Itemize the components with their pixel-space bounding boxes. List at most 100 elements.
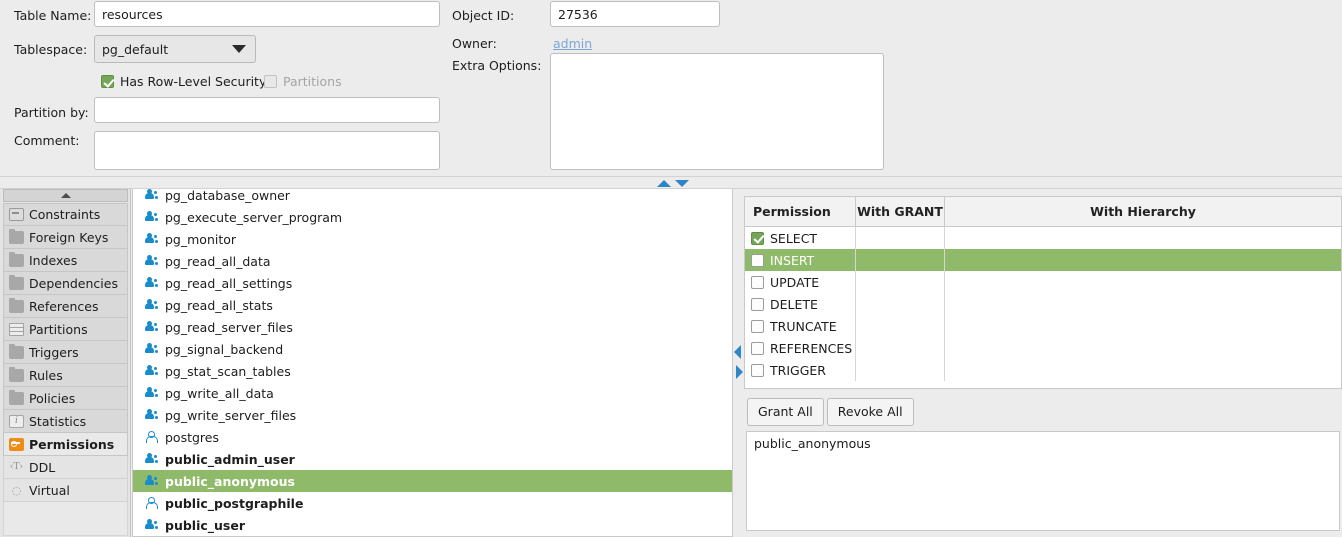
with-hierarchy-cell[interactable] bbox=[945, 315, 1341, 337]
role-list-item[interactable]: pg_signal_backend bbox=[133, 338, 732, 360]
permission-cell[interactable]: TRIGGER bbox=[745, 359, 855, 381]
role-list-item[interactable]: public_anonymous bbox=[133, 470, 732, 492]
permissions-table-header: Permission With GRANT With Hierarchy bbox=[745, 197, 1341, 227]
permissions-table: Permission With GRANT With Hierarchy SEL… bbox=[744, 196, 1342, 389]
permission-row[interactable]: UPDATE bbox=[745, 271, 1341, 293]
partition-by-input[interactable] bbox=[94, 97, 440, 123]
folder-icon bbox=[9, 228, 24, 244]
role-list-item[interactable]: pg_read_all_data bbox=[133, 250, 732, 272]
permission-row[interactable]: INSERT bbox=[745, 249, 1341, 271]
row-level-security-checkbox[interactable]: Has Row-Level Security bbox=[101, 74, 266, 89]
splitter-right-arrow-icon[interactable] bbox=[736, 365, 743, 379]
role-list-item[interactable]: pg_execute_server_program bbox=[133, 206, 732, 228]
permission-label: INSERT bbox=[770, 252, 815, 268]
role-list-item[interactable]: pg_write_server_files bbox=[133, 404, 732, 426]
role-list-item[interactable]: public_user bbox=[133, 514, 732, 536]
column-header-with-hierarchy[interactable]: With Hierarchy bbox=[945, 204, 1341, 219]
column-header-permission[interactable]: Permission bbox=[745, 204, 855, 219]
group-icon bbox=[145, 277, 159, 289]
permission-row[interactable]: DELETE bbox=[745, 293, 1341, 315]
role-list-item[interactable]: pg_stat_scan_tables bbox=[133, 360, 732, 382]
owner-link[interactable]: admin bbox=[553, 36, 592, 51]
with-hierarchy-cell[interactable] bbox=[945, 249, 1341, 271]
group-icon bbox=[145, 299, 159, 311]
checkbox-unchecked-icon[interactable] bbox=[751, 363, 764, 377]
selected-role-detail-box[interactable]: public_anonymous bbox=[746, 431, 1340, 531]
with-grant-cell[interactable] bbox=[855, 249, 945, 271]
sidebar-item-label: Statistics bbox=[29, 413, 87, 429]
column-header-with-grant[interactable]: With GRANT bbox=[855, 197, 945, 227]
permission-cell[interactable]: REFERENCES bbox=[745, 337, 855, 359]
checkbox-unchecked-icon[interactable] bbox=[751, 341, 764, 355]
role-list-item[interactable]: pg_read_all_stats bbox=[133, 294, 732, 316]
role-list-item[interactable]: pg_database_owner bbox=[133, 189, 732, 206]
chevron-down-icon bbox=[232, 45, 246, 53]
permission-label: TRUNCATE bbox=[770, 318, 837, 334]
revoke-all-button[interactable]: Revoke All bbox=[826, 398, 914, 426]
extra-options-input[interactable] bbox=[550, 53, 884, 170]
with-hierarchy-cell[interactable] bbox=[945, 227, 1341, 249]
permission-cell[interactable]: INSERT bbox=[745, 249, 855, 271]
with-hierarchy-cell[interactable] bbox=[945, 359, 1341, 381]
permission-row[interactable]: REFERENCES bbox=[745, 337, 1341, 359]
splitter-left-arrow-icon[interactable] bbox=[734, 345, 741, 359]
sidebar-item-triggers[interactable]: Triggers bbox=[3, 341, 128, 364]
horizontal-splitter[interactable] bbox=[0, 176, 1342, 189]
checkbox-unchecked-icon[interactable] bbox=[751, 275, 764, 289]
role-list-item[interactable]: pg_write_all_data bbox=[133, 382, 732, 404]
sidebar-item-statistics[interactable]: i Statistics bbox=[3, 410, 128, 433]
sidebar: Constraints Foreign Keys Indexes Dependenci… bbox=[0, 189, 131, 537]
sidebar-item-references[interactable]: References bbox=[3, 295, 128, 318]
with-grant-cell[interactable] bbox=[855, 271, 945, 293]
with-grant-cell[interactable] bbox=[855, 293, 945, 315]
vertical-splitter[interactable] bbox=[733, 189, 744, 537]
role-list-item[interactable]: public_admin_user bbox=[133, 448, 732, 470]
comment-input[interactable] bbox=[94, 131, 440, 170]
sidebar-item-dependencies[interactable]: Dependencies bbox=[3, 272, 128, 295]
permission-cell[interactable]: DELETE bbox=[745, 293, 855, 315]
sidebar-item-constraints[interactable]: Constraints bbox=[3, 203, 128, 226]
with-hierarchy-cell[interactable] bbox=[945, 271, 1341, 293]
tablespace-select[interactable]: pg_default bbox=[94, 35, 256, 63]
sidebar-item-foreign-keys[interactable]: Foreign Keys bbox=[3, 226, 128, 249]
role-list-item[interactable]: pg_monitor bbox=[133, 228, 732, 250]
role-list-item[interactable]: pg_read_server_files bbox=[133, 316, 732, 338]
role-name: pg_monitor bbox=[165, 231, 237, 247]
object-id-input[interactable]: 27536 bbox=[550, 1, 720, 27]
with-grant-cell[interactable] bbox=[855, 359, 945, 381]
with-grant-cell[interactable] bbox=[855, 337, 945, 359]
checkbox-unchecked-icon[interactable] bbox=[751, 253, 764, 267]
sidebar-item-label: Policies bbox=[29, 390, 76, 406]
grant-all-button[interactable]: Grant All bbox=[747, 398, 824, 426]
sidebar-item-ddl[interactable]: ‹T› DDL bbox=[3, 456, 128, 479]
permission-row[interactable]: TRUNCATE bbox=[745, 315, 1341, 337]
checkbox-checked-icon bbox=[101, 75, 114, 88]
permission-cell[interactable]: TRUNCATE bbox=[745, 315, 855, 337]
role-list: pg_database_owner pg_execute_server_progr… bbox=[133, 189, 732, 536]
with-grant-cell[interactable] bbox=[855, 315, 945, 337]
checkbox-unchecked-icon[interactable] bbox=[751, 319, 764, 333]
role-list-item[interactable]: postgres bbox=[133, 426, 732, 448]
sidebar-item-partitions[interactable]: Partitions bbox=[3, 318, 128, 341]
permission-row[interactable]: TRIGGER bbox=[745, 359, 1341, 381]
role-list-panel[interactable]: pg_database_owner pg_execute_server_progr… bbox=[132, 189, 733, 537]
sidebar-item-rules[interactable]: Rules bbox=[3, 364, 128, 387]
sidebar-collapse-button[interactable] bbox=[3, 189, 128, 202]
sidebar-item-permissions[interactable]: Permissions bbox=[3, 433, 128, 456]
checkbox-checked-icon[interactable] bbox=[751, 231, 764, 245]
role-list-item[interactable]: public_postgraphile bbox=[133, 492, 732, 514]
with-hierarchy-cell[interactable] bbox=[945, 293, 1341, 315]
permission-cell[interactable]: SELECT bbox=[745, 227, 855, 249]
splitter-down-arrow-icon[interactable] bbox=[675, 180, 689, 187]
role-list-item[interactable]: pg_read_all_settings bbox=[133, 272, 732, 294]
with-grant-cell[interactable] bbox=[855, 227, 945, 249]
permission-row[interactable]: SELECT bbox=[745, 227, 1341, 249]
permission-cell[interactable]: UPDATE bbox=[745, 271, 855, 293]
with-hierarchy-cell[interactable] bbox=[945, 337, 1341, 359]
checkbox-unchecked-icon[interactable] bbox=[751, 297, 764, 311]
sidebar-item-virtual[interactable]: ◌ Virtual bbox=[3, 479, 128, 502]
table-name-input[interactable]: resources bbox=[94, 1, 440, 27]
sidebar-item-policies[interactable]: Policies bbox=[3, 387, 128, 410]
sidebar-item-indexes[interactable]: Indexes bbox=[3, 249, 128, 272]
splitter-up-arrow-icon[interactable] bbox=[657, 180, 671, 187]
